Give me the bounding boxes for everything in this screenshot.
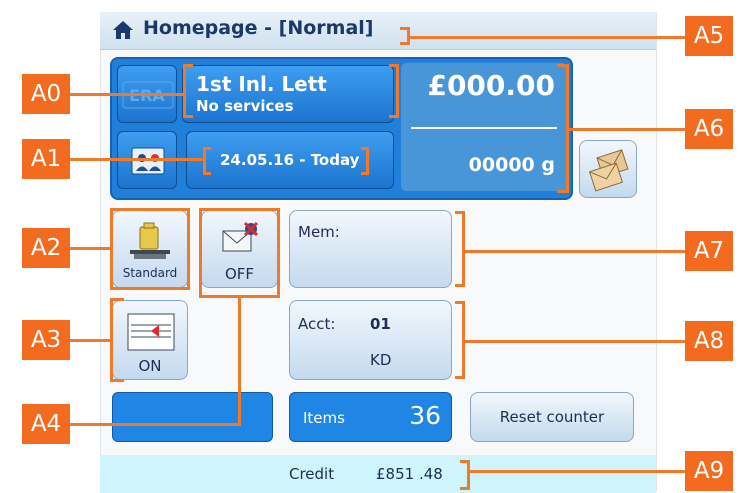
blank-function-button[interactable] [112,392,273,442]
memory-button[interactable]: Mem: [289,210,452,288]
id-card-icon [131,147,165,175]
page-title: Homepage - [Normal] [143,17,374,39]
mail-toggle-button[interactable]: OFF [201,210,278,288]
annotation-label-a1: A1 [22,139,70,179]
annotation-line-a0 [70,93,183,96]
weight-value: 00000 g [468,154,555,176]
annotation-bracket-a0 [183,64,193,118]
annotation-bracket-a0-right [389,64,399,118]
annotation-label-a3: A3 [22,320,70,360]
annotation-bracket-a7 [455,211,465,287]
annotation-line-a6 [569,128,685,131]
annotation-bracket-a6 [557,64,569,193]
annotation-label-a0: A0 [22,74,70,114]
annotation-line-a9 [470,470,685,473]
annotation-line-a3 [70,339,110,342]
reset-counter-label: Reset counter [499,408,605,426]
service-selector[interactable]: 1st Inl. Lett No services [182,65,394,123]
envelopes-button[interactable] [579,140,637,198]
date-text: 24.05.16 - Today [220,151,360,169]
credit-bar: Credit £851 .48 [100,455,656,493]
annotation-line-a2 [70,247,110,250]
items-label: Items [303,409,345,427]
account-number: 01 [370,315,391,333]
marker-toggle-state: ON [138,357,162,375]
annotation-line-a7 [465,250,685,253]
items-counter: Items 36 [289,392,452,442]
annotation-line-a1 [70,158,203,161]
reset-counter-button[interactable]: Reset counter [470,392,634,442]
annotation-line-a5 [410,36,685,39]
annotation-label-a6: A6 [685,109,733,149]
annotation-bracket-a9 [460,460,470,490]
annotation-label-a2: A2 [22,228,70,268]
annotation-bracket-a5 [400,27,410,45]
scale-icon [130,222,170,259]
weigh-mode-button[interactable]: Standard [112,210,188,288]
annotation-label-a5: A5 [685,16,733,56]
annotation-label-a9: A9 [685,451,733,491]
annotation-label-a7: A7 [685,231,733,271]
annotation-vline-a4 [238,296,241,426]
annotation-label-a8: A8 [685,321,733,361]
annotation-line-a4 [70,423,241,426]
envelopes-icon [588,149,629,192]
price-weight-display: £000.00 00000 g [401,63,567,191]
price-value: £000.00 [427,69,555,102]
arrow-marker-icon [127,313,175,351]
account-name: KD [370,351,392,369]
divider [411,127,557,129]
annotation-line-a8 [465,340,685,343]
credit-value: £851 .48 [376,465,443,483]
marker-toggle-button[interactable]: ON [112,300,188,380]
no-mail-icon [222,221,259,252]
mail-toggle-state: OFF [224,265,255,283]
account-label: Acct: [298,315,336,333]
items-count: 36 [409,401,441,430]
credit-label: Credit [289,465,335,483]
annotation-label-a4: A4 [22,404,70,444]
annotation-bracket-a1-right [361,147,369,175]
account-button[interactable]: Acct: 01 KD [289,300,452,380]
weigh-mode-label: Standard [122,266,178,280]
home-icon[interactable] [112,20,134,40]
memory-label: Mem: [298,223,340,241]
service-subtitle: No services [196,97,294,115]
service-title: 1st Inl. Lett [196,72,327,96]
annotation-bracket-a1 [203,147,211,175]
annotation-bracket-a8 [455,301,465,379]
